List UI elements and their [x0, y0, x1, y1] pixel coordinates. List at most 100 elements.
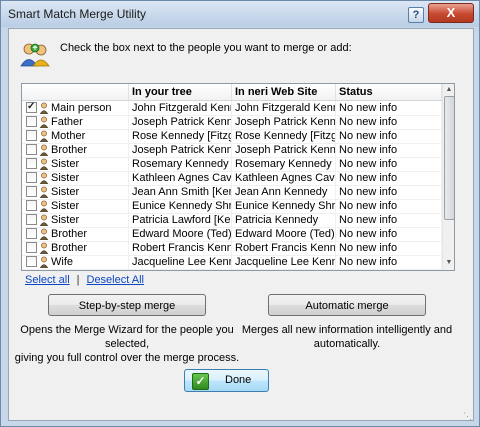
row-checkbox[interactable] [26, 130, 37, 141]
scroll-thumb[interactable] [444, 96, 454, 220]
your-tree-cell: Edward Moore (Ted) ... [129, 227, 232, 241]
person-icon [39, 172, 49, 185]
table-row[interactable]: Sister Eunice Kennedy Shriv...Eunice Kenn… [22, 199, 442, 214]
step-merge-description: Opens the Merge Wizard for the people yo… [13, 323, 241, 365]
web-site-cell: Jacqueline Lee Kenn... [232, 255, 336, 269]
row-checkbox[interactable] [26, 200, 37, 211]
links-separator: | [76, 274, 80, 286]
column-header-person[interactable] [22, 84, 129, 100]
row-checkbox[interactable] [26, 242, 37, 253]
row-checkbox[interactable] [26, 228, 37, 239]
row-checkbox[interactable] [26, 144, 37, 155]
person-cell: Brother [22, 241, 129, 255]
done-button-label: Done [225, 374, 252, 386]
web-site-cell: Rosemary Kennedy [232, 157, 336, 171]
status-cell: No new info [336, 157, 442, 171]
auto-merge-description-line2: automatically. [313, 338, 381, 350]
instruction-text: Check the box next to the people you wan… [60, 42, 352, 54]
table-row[interactable]: Wife Jacqueline Lee Kenn...Jacqueline Lee… [22, 255, 442, 270]
scroll-up-icon[interactable]: ▲ [445, 86, 453, 94]
person-cell: Main person [22, 101, 129, 115]
row-checkbox[interactable] [26, 101, 37, 114]
table-row[interactable]: Sister Rosemary Kennedy Rosemary Kennedy No… [22, 157, 442, 172]
step-merge-description-line1: Opens the Merge Wizard for the people yo… [20, 324, 234, 350]
done-button[interactable]: ✓ Done [184, 369, 269, 392]
person-cell: Wife [22, 255, 129, 269]
your-tree-cell: Jean Ann Smith [Kenn... [129, 185, 232, 199]
person-icon [39, 228, 49, 241]
table-row[interactable]: Sister Kathleen Agnes Cave...Kathleen Agn… [22, 171, 442, 186]
table-header: In your tree In neri Web Site Status [22, 84, 442, 101]
row-checkbox[interactable] [26, 116, 37, 127]
person-cell: Sister [22, 171, 129, 185]
relation-label: Main person [51, 102, 112, 114]
relation-label: Brother [51, 228, 88, 240]
status-cell: No new info [336, 115, 442, 129]
web-site-cell: Robert Francis Kenne... [232, 241, 336, 255]
row-checkbox[interactable] [26, 256, 37, 267]
column-header-your-tree[interactable]: In your tree [129, 84, 232, 100]
table-row[interactable]: Brother Edward Moore (Ted) ...Edward Moor… [22, 227, 442, 242]
help-button[interactable]: ? [408, 7, 424, 23]
web-site-cell: Eunice Kennedy Shriv... [232, 199, 336, 213]
person-cell: Sister [22, 185, 129, 199]
person-icon [39, 144, 49, 157]
your-tree-cell: Eunice Kennedy Shriv... [129, 199, 232, 213]
people-icon [20, 43, 50, 67]
table-row[interactable]: Father Joseph Patrick Kenne...Joseph Patr… [22, 115, 442, 130]
table-row[interactable]: Sister Patricia Lawford [Ken...Patricia K… [22, 213, 442, 228]
select-all-link[interactable]: Select all [25, 274, 70, 286]
automatic-merge-button[interactable]: Automatic merge [268, 294, 426, 316]
scroll-down-icon[interactable]: ▼ [445, 259, 453, 267]
relation-label: Sister [51, 214, 80, 226]
relation-label: Brother [51, 242, 88, 254]
relation-label: Sister [51, 172, 80, 184]
person-icon [39, 186, 49, 199]
your-tree-cell: Jacqueline Lee Kenn... [129, 255, 232, 269]
column-header-web-site[interactable]: In neri Web Site [232, 84, 336, 100]
person-cell: Sister [22, 157, 129, 171]
step-by-step-merge-button[interactable]: Step-by-step merge [48, 294, 206, 316]
step-merge-description-line2: giving you full control over the merge p… [14, 352, 240, 364]
person-cell: Brother [22, 227, 129, 241]
person-icon [39, 256, 49, 269]
window-title: Smart Match Merge Utility [8, 7, 147, 21]
person-icon [39, 242, 49, 255]
web-site-cell: Joseph Patrick Kenne... [232, 115, 336, 129]
vertical-scrollbar[interactable]: ▲ ▼ [442, 84, 454, 270]
your-tree-cell: Robert Francis Kenne... [129, 241, 232, 255]
your-tree-cell: Rosemary Kennedy [129, 157, 232, 171]
person-cell: Mother [22, 129, 129, 143]
selection-links: Select all | Deselect All [25, 274, 144, 286]
status-cell: No new info [336, 227, 442, 241]
table-row[interactable]: Brother Joseph Patrick Kenne...Joseph Pat… [22, 143, 442, 158]
merge-people-table: In your tree In neri Web Site Status Mai… [21, 83, 455, 271]
auto-merge-description-line1: Merges all new information intelligently… [241, 324, 453, 336]
row-checkbox[interactable] [26, 158, 37, 169]
person-cell: Sister [22, 213, 129, 227]
web-site-cell: Rose Kennedy [Fitzge... [232, 129, 336, 143]
table-row[interactable]: Sister Jean Ann Smith [Kenn...Jean Ann Ke… [22, 185, 442, 200]
your-tree-cell: Rose Kennedy [Fitzge... [129, 129, 232, 143]
relation-label: Brother [51, 144, 88, 156]
deselect-all-link[interactable]: Deselect All [87, 274, 144, 286]
row-checkbox[interactable] [26, 214, 37, 225]
title-bar[interactable]: Smart Match Merge Utility ? X [1, 1, 479, 27]
column-header-status[interactable]: Status [336, 84, 442, 100]
status-cell: No new info [336, 129, 442, 143]
row-checkbox[interactable] [26, 186, 37, 197]
your-tree-cell: Joseph Patrick Kenne... [129, 115, 232, 129]
your-tree-cell: Kathleen Agnes Cave... [129, 171, 232, 185]
table-row[interactable]: Brother Robert Francis Kenne...Robert Fra… [22, 241, 442, 256]
resize-grip-icon[interactable]: ⋱ [463, 411, 473, 421]
status-cell: No new info [336, 143, 442, 157]
person-icon [39, 200, 49, 213]
person-cell: Sister [22, 199, 129, 213]
relation-label: Mother [51, 130, 86, 142]
person-cell: Father [22, 115, 129, 129]
row-checkbox[interactable] [26, 172, 37, 183]
table-row[interactable]: Main person John Fitzgerald Kenn...John F… [22, 101, 442, 116]
status-cell: No new info [336, 213, 442, 227]
table-row[interactable]: Mother Rose Kennedy [Fitzge...Rose Kenned… [22, 129, 442, 144]
close-button[interactable]: X [428, 3, 474, 23]
